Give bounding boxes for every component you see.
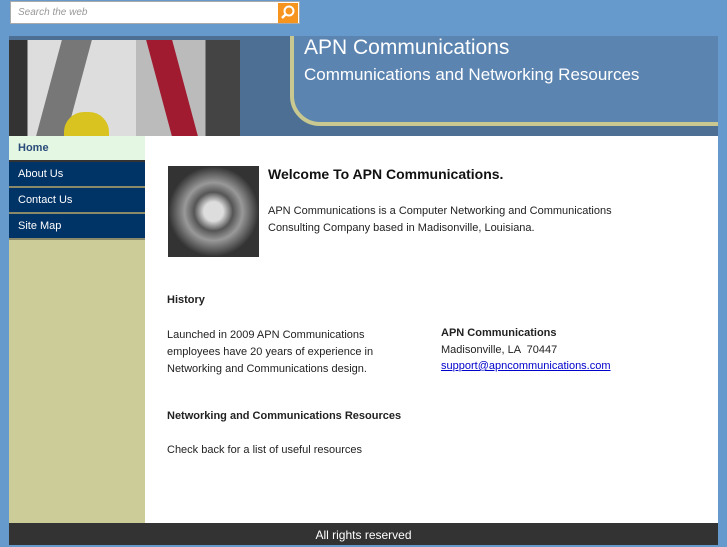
nav-contact-us[interactable]: Contact Us [9,188,145,214]
nav-about-us[interactable]: About Us [9,162,145,188]
contact-name: APN Communications [441,327,557,339]
network-cables-image [9,40,240,136]
contact-address: Madisonville, LA 70447 [441,344,558,356]
site-subtitle: Communications and Networking Resources [304,65,640,84]
search-input[interactable] [11,2,271,23]
search-button[interactable] [278,3,298,23]
nav-site-map[interactable]: Site Map [9,214,145,240]
footer: All rights reserved [9,523,718,545]
nav-home[interactable]: Home [9,136,145,162]
search-box [10,1,300,24]
resources-heading: Networking and Communications Resources [167,410,402,422]
welcome-heading: Welcome To APN Communications. [268,166,504,182]
main-content: Welcome To APN Communications. APN Commu… [145,136,718,523]
history-heading: History [167,294,205,306]
resources-text: Check back for a list of useful resource… [167,444,363,456]
gear-clock-image [168,166,259,257]
sidebar-nav: Home About Us Contact Us Site Map [9,136,145,523]
site-title: APN Communications [304,36,510,59]
contact-email-link[interactable]: support@apncommunications.com [441,358,611,375]
welcome-text: APN Communications is a Computer Network… [268,205,612,234]
header-banner: APN Communications Communications and Ne… [9,36,718,136]
history-text: Launched in 2009 APN Communications empl… [167,329,374,375]
search-icon [281,5,295,19]
